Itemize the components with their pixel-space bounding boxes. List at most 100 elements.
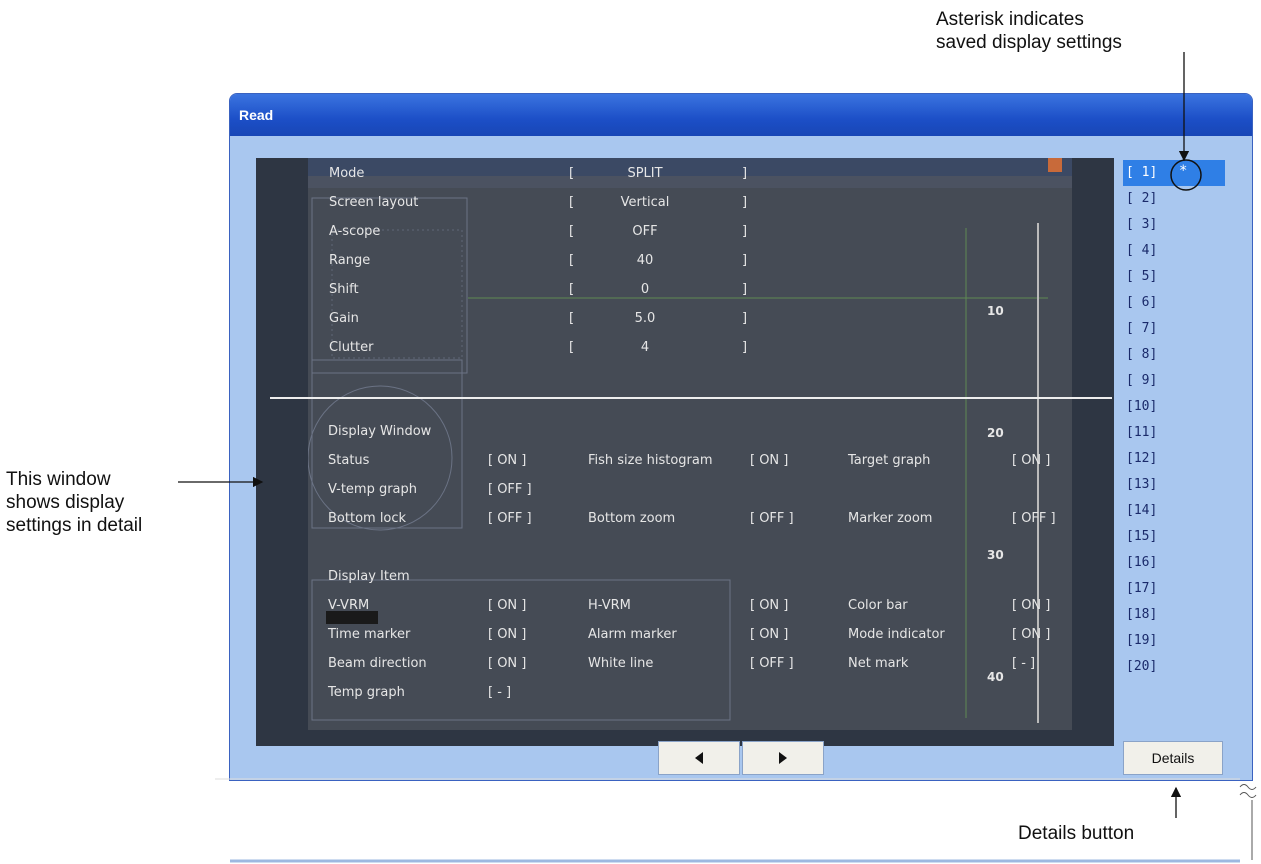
triangle-left-icon bbox=[695, 752, 703, 764]
di-label-v-vrm: V-VRM bbox=[328, 598, 370, 613]
slot-item[interactable]: [18] bbox=[1123, 602, 1225, 628]
setting-value-gain: 5.0 bbox=[634, 311, 656, 326]
slot-item[interactable]: [ 3] bbox=[1123, 212, 1225, 238]
bracket: [ bbox=[569, 166, 575, 181]
slot-item[interactable]: [19] bbox=[1123, 628, 1225, 654]
dw-value-status: [ ON ] bbox=[488, 453, 527, 468]
slot-item[interactable]: [ 9] bbox=[1123, 368, 1225, 394]
slot-item[interactable]: [ 2] bbox=[1123, 186, 1225, 212]
slot-label: [14] bbox=[1126, 503, 1158, 518]
slot-label: [16] bbox=[1126, 555, 1158, 570]
setting-label-shift: Shift bbox=[329, 282, 359, 297]
bracket: ] bbox=[742, 166, 748, 181]
bracket: ] bbox=[742, 253, 748, 268]
slot-item[interactable]: [ 7] bbox=[1123, 316, 1225, 342]
slot-label: [17] bbox=[1126, 581, 1158, 596]
saved-asterisk: * bbox=[1179, 163, 1188, 179]
settings-detail-panel: Mode [ SPLIT ] Screen layout [ Vertical … bbox=[256, 158, 1114, 746]
setting-label-screen-layout: Screen layout bbox=[329, 195, 419, 210]
dw-value-target-graph: [ ON ] bbox=[1012, 453, 1051, 468]
slot-label: [11] bbox=[1126, 425, 1158, 440]
slot-label: [ 7] bbox=[1126, 321, 1158, 336]
dw-label-fish-size-histogram: Fish size histogram bbox=[588, 453, 713, 468]
dw-label-v-temp-graph: V-temp graph bbox=[328, 482, 418, 497]
setting-value-shift: 0 bbox=[640, 282, 650, 297]
break-mark bbox=[1239, 784, 1257, 798]
di-label-color-bar: Color bar bbox=[848, 598, 908, 613]
title-bar: Read bbox=[230, 94, 1252, 136]
dw-label-bottom-lock: Bottom lock bbox=[328, 511, 407, 526]
slot-label: [ 8] bbox=[1126, 347, 1158, 362]
slot-label: [13] bbox=[1126, 477, 1158, 492]
di-label-alarm-marker: Alarm marker bbox=[588, 627, 677, 642]
asterisk-annotation: Asterisk indicates saved display setting… bbox=[936, 8, 1122, 54]
depth-label-20: 20 bbox=[987, 426, 1004, 440]
dw-value-bottom-lock: [ OFF ] bbox=[488, 511, 532, 526]
display-window-heading: Display Window bbox=[328, 424, 432, 439]
bracket: ] bbox=[742, 340, 748, 355]
di-label-white-line: White line bbox=[588, 656, 654, 671]
slot-label: [12] bbox=[1126, 451, 1158, 466]
slot-item[interactable]: [ 5] bbox=[1123, 264, 1225, 290]
bracket: ] bbox=[742, 311, 748, 326]
setting-label-range: Range bbox=[329, 253, 371, 268]
window-title: Read bbox=[239, 107, 274, 123]
bracket: [ bbox=[569, 311, 575, 326]
slot-item[interactable]: [20] bbox=[1123, 654, 1225, 680]
slot-label: [15] bbox=[1126, 529, 1158, 544]
bracket: ] bbox=[742, 282, 748, 297]
bracket: [ bbox=[569, 282, 575, 297]
di-value-time-marker: [ ON ] bbox=[488, 627, 527, 642]
setting-label-mode: Mode bbox=[329, 166, 365, 181]
di-value-v-vrm: [ ON ] bbox=[488, 598, 527, 613]
slot-item[interactable]: [ 6] bbox=[1123, 290, 1225, 316]
section-divider bbox=[270, 397, 1112, 399]
bracket: [ bbox=[569, 253, 575, 268]
dw-label-status: Status bbox=[328, 453, 370, 468]
slot-item[interactable]: [ 8] bbox=[1123, 342, 1225, 368]
details-button[interactable]: Details bbox=[1123, 741, 1223, 775]
dw-value-fish-size-histogram: [ ON ] bbox=[750, 453, 789, 468]
slot-label: [ 3] bbox=[1126, 217, 1158, 232]
annotation-text: settings in detail bbox=[6, 515, 143, 536]
setting-value-a-scope: OFF bbox=[632, 224, 658, 239]
screen-preview bbox=[308, 158, 1072, 730]
triangle-right-icon bbox=[779, 752, 787, 764]
slot-item[interactable]: [15] bbox=[1123, 524, 1225, 550]
depth-label-30: 30 bbox=[987, 548, 1004, 562]
di-label-net-mark: Net mark bbox=[848, 656, 909, 671]
slot-item[interactable]: [17] bbox=[1123, 576, 1225, 602]
slot-item[interactable]: [ 4] bbox=[1123, 238, 1225, 264]
slot-label: [ 6] bbox=[1126, 295, 1158, 310]
depth-label-10: 10 bbox=[987, 304, 1004, 318]
annotation-text: This window bbox=[6, 469, 111, 490]
di-label-time-marker: Time marker bbox=[328, 627, 411, 642]
slot-item[interactable]: [12] bbox=[1123, 446, 1225, 472]
slot-item[interactable]: [14] bbox=[1123, 498, 1225, 524]
di-label-h-vrm: H-VRM bbox=[588, 598, 631, 613]
bracket: [ bbox=[569, 224, 575, 239]
slot-item[interactable]: [16] bbox=[1123, 550, 1225, 576]
previous-button[interactable] bbox=[658, 741, 740, 775]
slot-label: [20] bbox=[1126, 659, 1158, 674]
di-value-net-mark: [ - ] bbox=[1012, 656, 1036, 671]
annotation-text: shows display bbox=[6, 492, 125, 513]
slot-item[interactable]: [ 1] * bbox=[1123, 160, 1225, 186]
slot-label: [ 1] bbox=[1126, 165, 1158, 180]
bracket: ] bbox=[742, 224, 748, 239]
annotation-text: Details button bbox=[1018, 823, 1135, 844]
slot-item[interactable]: [11] bbox=[1123, 420, 1225, 446]
slot-item[interactable]: [10] bbox=[1123, 394, 1225, 420]
details-annotation: Details button bbox=[1018, 822, 1134, 845]
slot-label: [18] bbox=[1126, 607, 1158, 622]
slot-label: [10] bbox=[1126, 399, 1158, 414]
setting-label-a-scope: A-scope bbox=[329, 224, 381, 239]
dw-label-marker-zoom: Marker zoom bbox=[848, 511, 933, 526]
bracket: [ bbox=[569, 195, 575, 210]
setting-value-range: 40 bbox=[636, 253, 654, 268]
slot-item[interactable]: [13] bbox=[1123, 472, 1225, 498]
next-button[interactable] bbox=[742, 741, 824, 775]
di-value-mode-indicator: [ ON ] bbox=[1012, 627, 1051, 642]
di-label-mode-indicator: Mode indicator bbox=[848, 627, 945, 642]
setting-value-clutter: 4 bbox=[640, 340, 650, 355]
